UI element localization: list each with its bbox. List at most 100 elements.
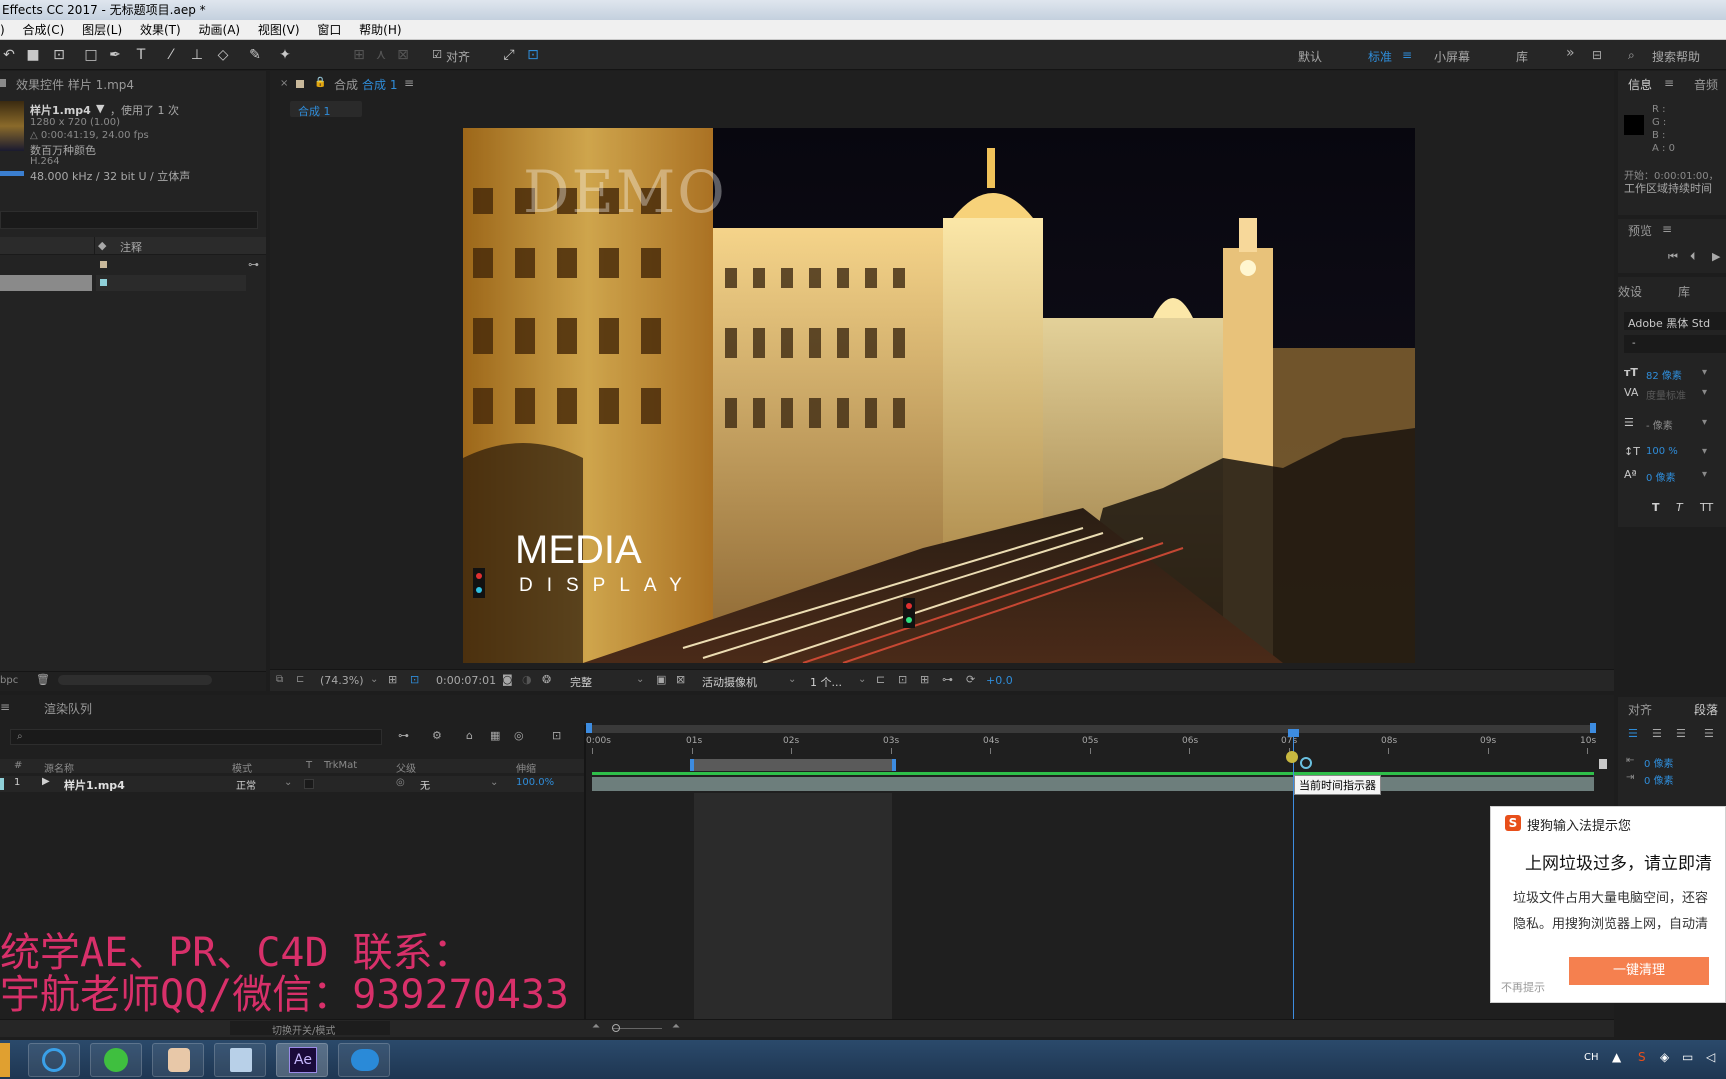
view-axis-icon[interactable]: ⊠ (394, 46, 412, 64)
views-dropdown-icon[interactable]: ⌄ (858, 674, 866, 685)
tray-volume-icon[interactable]: ◁ (1706, 1050, 1715, 1064)
indent-left-value[interactable]: 0 像素 (1644, 755, 1674, 770)
bit-depth-label[interactable]: bpc (0, 675, 18, 686)
current-time-indicator-head[interactable] (1288, 729, 1299, 737)
toggle-pixel-aspect-icon[interactable]: ⊏ (876, 673, 885, 686)
popup-dismiss-link[interactable]: 不再提示 (1501, 979, 1545, 995)
preview-tab[interactable]: 预览 (1628, 222, 1652, 239)
layer-row[interactable]: 1 ▶ 样片1.mp4 正常 ⌄ ◎ 无 ⌄ 100.0% (0, 776, 584, 792)
info-tab[interactable]: 信息 (1628, 76, 1652, 93)
camera-tool-icon[interactable]: ■ (24, 46, 42, 64)
comp-flowchart-icon[interactable]: ⊶ (942, 673, 953, 686)
resolution-dropdown-icon[interactable]: ⌄ (636, 674, 644, 685)
project-search-input[interactable] (0, 211, 258, 229)
navigator-start-handle[interactable] (586, 723, 592, 733)
tracking-value[interactable]: 度量标准 (1646, 387, 1686, 402)
pick-whip-icon[interactable]: ◎ (396, 777, 405, 788)
flowchart-icon[interactable]: ⊶ (248, 258, 259, 271)
pen-tool-icon[interactable]: ✒ (106, 46, 124, 64)
align-center-icon[interactable]: ☰ (1652, 727, 1662, 740)
popup-clean-button[interactable]: 一键清理 (1569, 957, 1709, 985)
tray-shield-icon[interactable]: ◈ (1660, 1050, 1669, 1064)
vertical-scale-value[interactable]: 100 % (1646, 446, 1678, 457)
project-scrollbar[interactable] (58, 675, 212, 685)
shy-layers-icon[interactable]: ⌂ (466, 729, 473, 742)
play-icon[interactable]: ▶ (1712, 250, 1720, 263)
paragraph-tab[interactable]: 段落 (1694, 701, 1718, 718)
type-tool-icon[interactable]: T (132, 46, 150, 64)
justify-icon[interactable]: ☰ (1704, 727, 1714, 740)
layer-stretch-value[interactable]: 100.0% (516, 777, 554, 788)
align-right-icon[interactable]: ☰ (1676, 727, 1686, 740)
effects-presets-tab[interactable]: 效设 (1618, 283, 1642, 300)
taskbar-after-effects[interactable]: Ae (276, 1043, 328, 1077)
info-panel-menu-icon[interactable]: ≡ (1664, 76, 1674, 90)
layer-mode-select[interactable]: 正常 (236, 777, 256, 792)
snap-checkbox[interactable]: ☑ (428, 46, 446, 64)
tray-sogou-icon[interactable]: S (1638, 1050, 1646, 1064)
always-preview-icon[interactable]: ⧉ (276, 674, 283, 685)
align-tab[interactable]: 对齐 (1628, 701, 1652, 718)
color-channels-icon[interactable]: ❂ (542, 673, 551, 686)
eraser-tool-icon[interactable]: ◇ (214, 46, 232, 64)
menu-animation[interactable]: 动画(A) (192, 20, 248, 40)
start-edge[interactable] (0, 1043, 10, 1077)
vertical-scale-dropdown-icon[interactable]: ▾ (1702, 446, 1707, 457)
layer-label-color[interactable] (0, 778, 4, 790)
zoom-out-icon[interactable]: ⏶ (592, 1021, 600, 1032)
zoom-in-icon[interactable]: ⏶ (672, 1021, 680, 1032)
column-parent[interactable]: 父级 (396, 760, 416, 775)
region-of-interest-icon[interactable]: ⊞ (388, 673, 397, 686)
trash-icon[interactable]: 🗑 (36, 673, 50, 686)
faux-bold-button[interactable]: T (1652, 501, 1660, 514)
comp-panel-menu-icon[interactable]: ≡ (404, 76, 414, 90)
composition-viewer[interactable]: DEMO MEDIA DISPLAY (463, 128, 1415, 663)
panel-toggle-icon[interactable]: ⊟ (1592, 48, 1602, 62)
column-source-name[interactable]: 源名称 (44, 760, 74, 775)
lock-icon[interactable]: 🔒 (314, 77, 326, 88)
parent-dropdown-icon[interactable]: ⌄ (490, 777, 498, 788)
layer-search-input[interactable]: ⌕ (10, 729, 382, 745)
mode-dropdown-icon[interactable]: ⌄ (284, 777, 292, 788)
tray-arrow-icon[interactable]: ▲ (1612, 1050, 1621, 1064)
render-queue-tab[interactable]: 渲染队列 (44, 700, 92, 717)
label-color-swatch[interactable] (100, 261, 107, 268)
audio-tab[interactable]: 音频 (1694, 76, 1718, 93)
comp-tab-prefix[interactable]: 合成 (334, 76, 358, 93)
taskbar-media[interactable] (338, 1043, 390, 1077)
monitor-icon[interactable]: ⊏ (296, 674, 304, 685)
layer-name[interactable]: 样片1.mp4 (64, 777, 125, 793)
align-left-icon[interactable]: ☰ (1628, 727, 1638, 740)
tracking-dropdown-icon[interactable]: ▾ (1702, 387, 1707, 398)
zoom-value[interactable]: (74.3%) (320, 674, 364, 687)
tray-network-icon[interactable]: ▭ (1682, 1050, 1693, 1064)
label-color-swatch-2[interactable] (100, 279, 107, 286)
menu-effect[interactable]: 效果(T) (133, 20, 188, 40)
local-axis-icon[interactable]: ⊞ (350, 46, 368, 64)
taskbar-user[interactable] (152, 1043, 204, 1077)
workspace-library[interactable]: 库 (1516, 48, 1528, 65)
draft-3d-icon[interactable]: ⚙ (432, 729, 442, 742)
baseline-dropdown-icon[interactable]: ▾ (1702, 469, 1707, 480)
roto-brush-tool-icon[interactable]: ✎ (246, 46, 264, 64)
workspace-standard[interactable]: 标准 (1368, 48, 1392, 65)
zoom-slider-knob[interactable] (612, 1024, 620, 1032)
comp-sub-tab[interactable]: 合成 1 (290, 101, 362, 118)
fast-preview-icon[interactable]: ▣ (656, 673, 666, 686)
comment-column-header[interactable]: 注释 (120, 239, 142, 255)
puppet-tool-icon[interactable]: ✦ (276, 46, 294, 64)
comp-end-marker[interactable] (1599, 759, 1607, 769)
timeline-icon[interactable]: ⊡ (898, 673, 907, 686)
menu-help[interactable]: 帮助(H) (352, 20, 408, 40)
flowchart-view-icon[interactable]: ⊞ (920, 673, 929, 686)
project-item-selected[interactable] (0, 275, 92, 291)
clone-stamp-tool-icon[interactable]: ⊥ (188, 46, 206, 64)
frame-blending-icon[interactable]: ▦ (490, 729, 500, 742)
font-style-select[interactable]: - (1624, 335, 1726, 353)
zoom-dropdown-icon[interactable]: ⌄ (370, 674, 378, 685)
menu-window[interactable]: 窗口 (310, 20, 348, 40)
current-time-display[interactable]: 0:00:07:01 (436, 674, 496, 687)
camera-dropdown-icon[interactable]: ⌄ (788, 674, 796, 685)
workspace-menu-icon[interactable]: ≡ (1402, 48, 1412, 62)
layer-expand-icon[interactable]: ▶ (42, 776, 50, 787)
